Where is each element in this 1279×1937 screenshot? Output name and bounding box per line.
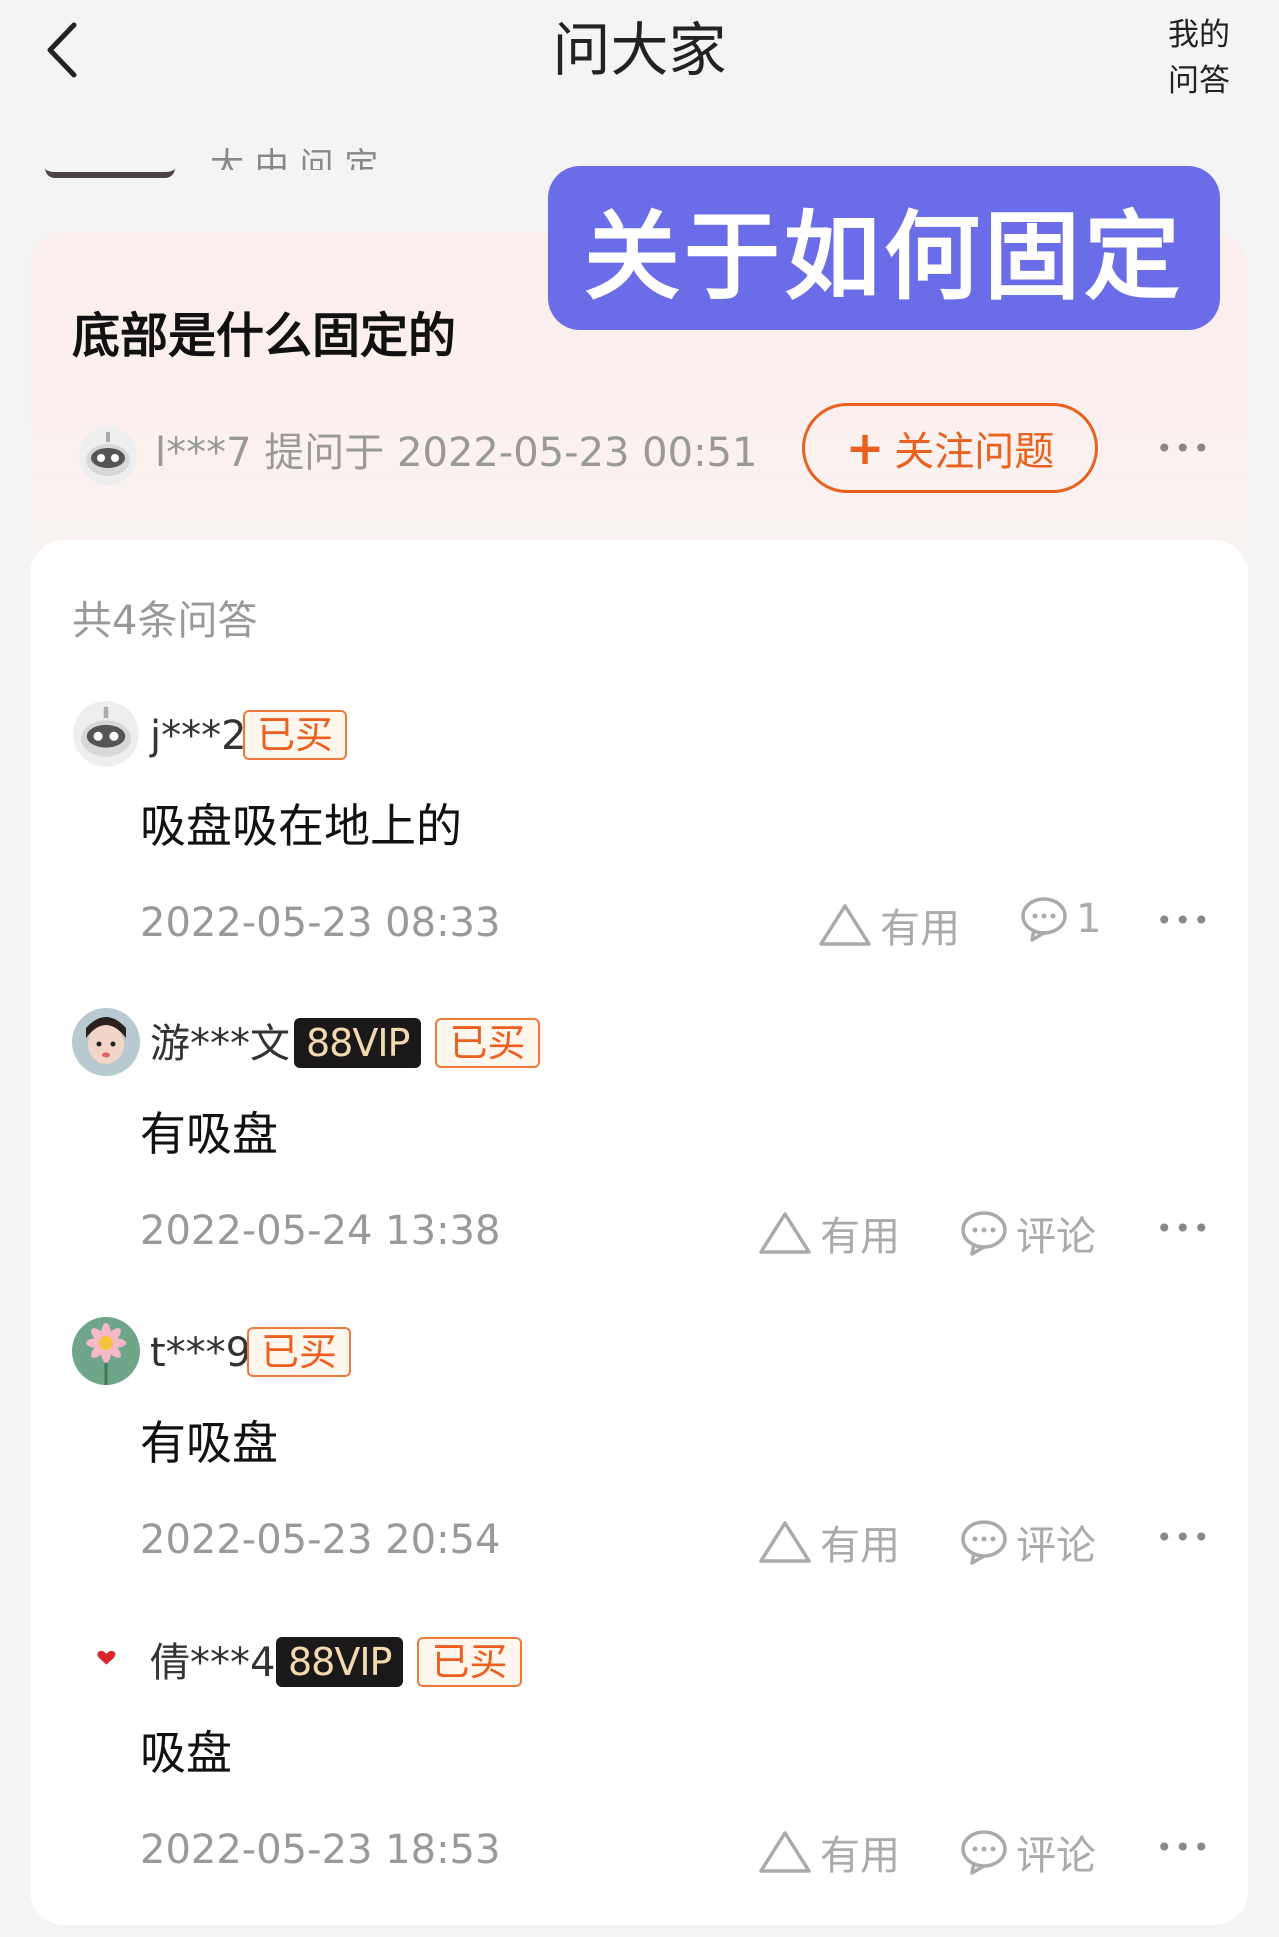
vip-badge: 88VIP [294,1018,422,1068]
answer-item: 游***文 88VIP 已买 有吸盘 2022-05-24 13:38 有用 评… [0,1008,1279,1318]
question-title: 底部是什么固定的 [72,308,457,364]
asker-info: l***7 提问于 2022-05-23 00:51 [155,425,757,481]
plus-icon: + [845,421,885,475]
comment-label: 评论 [1016,1833,1096,1879]
comment-label: 评论 [1016,1214,1096,1260]
comment-button[interactable]: 评论 [960,1513,1096,1571]
bought-badge: 已买 [435,1018,540,1068]
answer-more-button[interactable]: ••• [1156,904,1212,937]
answer-date: 2022-05-23 20:54 [140,1517,501,1563]
user-avatar[interactable] [72,1627,140,1695]
comment-button[interactable]: 评论 [960,1204,1096,1262]
heart-icon [72,1627,140,1695]
answer-text: 有吸盘 [140,1107,278,1161]
useful-triangle-icon [759,1212,811,1254]
bought-badge: 已买 [243,710,348,760]
username: 倩***4 [150,1640,276,1686]
useful-label: 有用 [820,1833,900,1879]
user-avatar[interactable] [72,700,140,768]
badges: 88VIP 已买 [276,1637,522,1687]
badges: 88VIP 已买 [294,1018,540,1068]
useful-triangle-icon [759,1521,811,1563]
useful-label: 有用 [820,1523,900,1569]
useful-button[interactable]: 有用 [758,1513,900,1571]
asked-time: 2022-05-23 00:51 [397,430,758,476]
bought-badge: 已买 [417,1637,522,1687]
answer-date: 2022-05-23 18:53 [140,1827,501,1873]
badges: 已买 [243,710,348,760]
answer-text: 有吸盘 [140,1416,278,1470]
comment-label: 评论 [1016,1523,1096,1569]
page-title: 问大家 [552,16,727,84]
username: 游***文 [150,1021,290,1067]
username: j***2 [150,713,247,759]
flower-avatar-icon [72,1317,140,1385]
useful-label: 有用 [820,1214,900,1260]
comment-button[interactable]: 评论 [960,1823,1096,1881]
follow-question-label: 关注问题 [894,429,1055,475]
useful-label: 有用 [880,906,960,952]
badges: 已买 [247,1327,352,1377]
my-qa-button[interactable]: 我的 问答 [1164,12,1234,104]
username: t***9 [150,1330,252,1376]
my-qa-label-line1: 我的 [1168,17,1230,53]
asked-prefix: 提问于 [264,430,385,476]
girl-photo-avatar-icon [72,1008,140,1076]
comment-button[interactable]: 1 [1020,896,1101,942]
answer-date: 2022-05-23 08:33 [140,900,501,946]
asker-avatar [78,426,138,486]
answer-item: j***2 已买 吸盘吸在地上的 2022-05-23 08:33 有用 1 •… [0,700,1279,1010]
comment-bubble-icon [961,1520,1007,1565]
answer-more-button[interactable]: ••• [1156,1212,1212,1245]
answer-more-button[interactable]: ••• [1156,1521,1212,1554]
follow-question-button[interactable]: + 关注问题 [802,403,1098,493]
answer-more-button[interactable]: ••• [1156,1831,1212,1864]
comment-count: 1 [1076,896,1102,942]
annotation-banner: 关于如何固定 [548,166,1220,330]
answer-text: 吸盘 [140,1726,232,1780]
answer-item: 倩***4 88VIP 已买 吸盘 2022-05-23 18:53 有用 评论… [0,1627,1279,1937]
user-avatar[interactable] [72,1317,140,1385]
comment-bubble-icon [961,1211,1007,1256]
comment-bubble-icon [1021,897,1067,942]
robot-avatar-icon [73,701,139,767]
my-qa-label-line2: 问答 [1168,63,1230,99]
robot-avatar-icon [79,427,137,485]
answer-text: 吸盘吸在地上的 [140,799,462,853]
previous-item-image [45,150,175,178]
useful-triangle-icon [819,904,871,946]
answer-item: t***9 已买 有吸盘 2022-05-23 20:54 有用 评论 ••• [0,1317,1279,1627]
bought-badge: 已买 [247,1327,352,1377]
useful-button[interactable]: 有用 [818,896,960,954]
comment-bubble-icon [961,1830,1007,1875]
useful-triangle-icon [759,1831,811,1873]
vip-badge: 88VIP [276,1637,404,1687]
previous-item-text: 大 中 问 定 [210,146,379,170]
question-more-button[interactable]: ••• [1156,432,1212,465]
asker-name: l***7 [155,430,252,476]
answers-count: 共4条问答 [72,598,258,644]
useful-button[interactable]: 有用 [758,1204,900,1262]
answer-date: 2022-05-24 13:38 [140,1208,501,1254]
user-avatar[interactable] [72,1008,140,1076]
useful-button[interactable]: 有用 [758,1823,900,1881]
